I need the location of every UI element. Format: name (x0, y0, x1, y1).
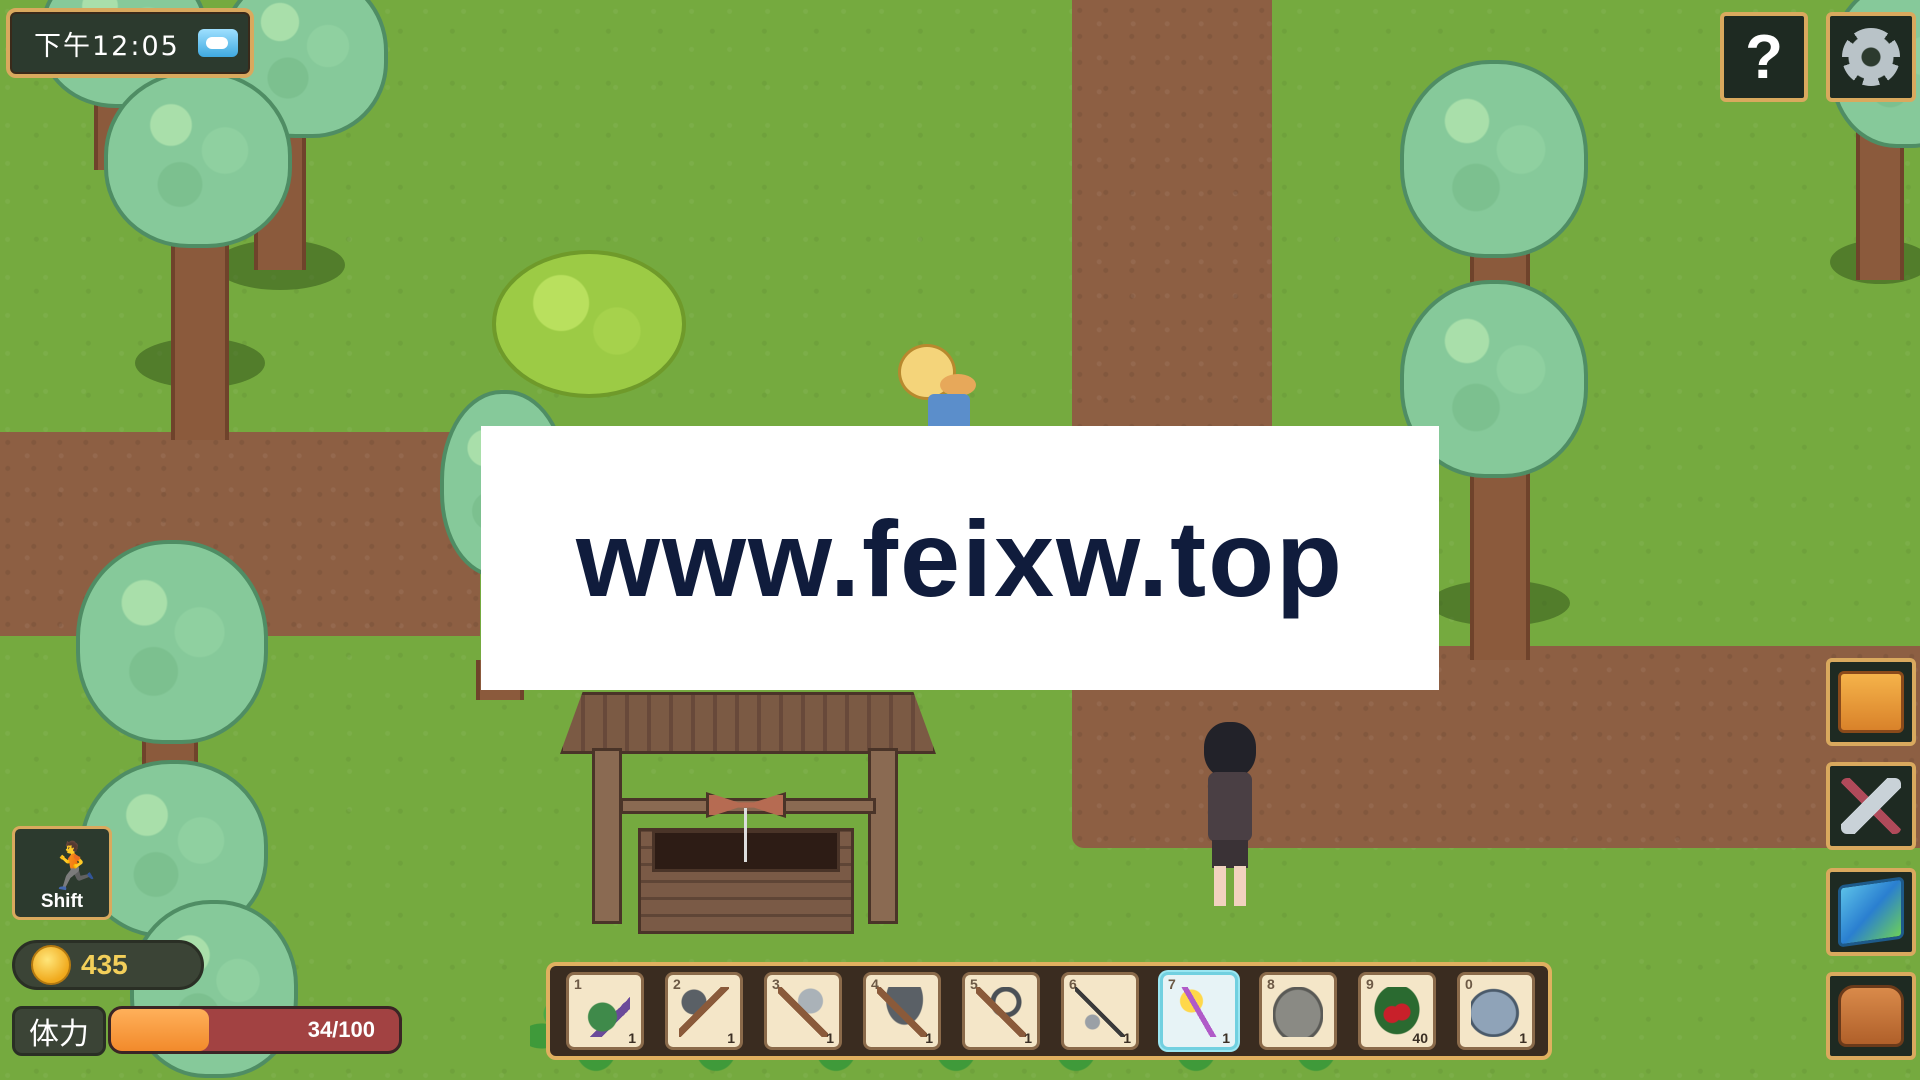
stone-icon (1273, 987, 1323, 1038)
backpack-icon (1838, 985, 1904, 1047)
hotbar-slot-5[interactable]: 51 (962, 972, 1040, 1050)
bush (492, 250, 686, 398)
slot-item-count: 1 (1222, 1030, 1230, 1046)
hotbar-slot-7[interactable]: 71 (1160, 972, 1238, 1050)
game-world[interactable]: www.feixw.top (0, 0, 1920, 1080)
crafting-button[interactable] (1826, 762, 1916, 850)
axe-icon (778, 987, 828, 1038)
slot-item-count: 1 (628, 1030, 636, 1046)
tree (70, 540, 270, 780)
stamina-bar: 34/100 (108, 1006, 402, 1054)
gear-icon (1842, 28, 1900, 86)
stamina-fill (111, 1009, 209, 1051)
pickaxe-icon (877, 987, 927, 1038)
stamina-label: 体力 (12, 1006, 106, 1056)
slot-item-count: 1 (1024, 1030, 1032, 1046)
player-character (1198, 722, 1264, 912)
slot-item-count: 1 (1519, 1030, 1527, 1046)
sprint-key-label: Shift (40, 891, 84, 912)
hotbar-slot-2[interactable]: 21 (665, 972, 743, 1050)
watermark-text: www.feixw.top (575, 497, 1345, 619)
dirt-path-vertical (1072, 0, 1272, 430)
slot-item-count: 1 (1123, 1030, 1131, 1046)
slot-item-count: 1 (727, 1030, 735, 1046)
sickle-icon (976, 987, 1026, 1038)
gold-amount: 435 (81, 949, 128, 980)
watering-can-icon (580, 987, 630, 1038)
book-icon (1838, 671, 1904, 733)
map-icon (1838, 876, 1904, 948)
hotbar-slot-1[interactable]: 11 (566, 972, 644, 1050)
fishing-rod-icon (1075, 987, 1125, 1038)
running-man-icon: 🏃 (45, 840, 103, 892)
help-label: ? (1745, 22, 1783, 92)
fish-icon (1471, 987, 1521, 1038)
stamina-value: 34/100 (307, 1017, 375, 1042)
journal-button[interactable] (1826, 658, 1916, 746)
sprint-button[interactable]: 🏃 Shift (12, 826, 112, 920)
sunny-cloud-icon (197, 29, 238, 57)
magic-wand-icon (1174, 987, 1224, 1038)
hammer-icon (1841, 778, 1901, 834)
hotbar-slot-3[interactable]: 31 (764, 972, 842, 1050)
help-button[interactable]: ? (1720, 12, 1808, 102)
hotbar-slot-6[interactable]: 61 (1061, 972, 1139, 1050)
villager-npc[interactable] (890, 344, 980, 426)
hotbar-slot-0[interactable]: 01 (1457, 972, 1535, 1050)
item-hotbar: 1 1 2 1 3 1 4 1 5 1 6 1 7 1 8 9 40 0 1 (546, 962, 1552, 1060)
slot-item-count: 1 (925, 1030, 933, 1046)
gold-counter: 435 (12, 940, 204, 990)
gold-coin-icon (31, 945, 71, 985)
hotbar-slot-9[interactable]: 9 40 (1358, 972, 1436, 1050)
time-display: 下午12:05 (34, 30, 180, 62)
tree (100, 70, 300, 440)
hotbar-slot-4[interactable]: 41 (863, 972, 941, 1050)
slot-item-count: 1 (826, 1030, 834, 1046)
slot-item-count: 40 (1412, 1030, 1428, 1046)
clock-panel: 下午12:05 (6, 8, 254, 78)
inventory-button[interactable] (1826, 972, 1916, 1060)
hoe-icon (679, 987, 729, 1038)
hotbar-slot-8[interactable]: 8 (1259, 972, 1337, 1050)
watermark-overlay: www.feixw.top (481, 426, 1439, 690)
map-button[interactable] (1826, 868, 1916, 956)
settings-button[interactable] (1826, 12, 1916, 102)
